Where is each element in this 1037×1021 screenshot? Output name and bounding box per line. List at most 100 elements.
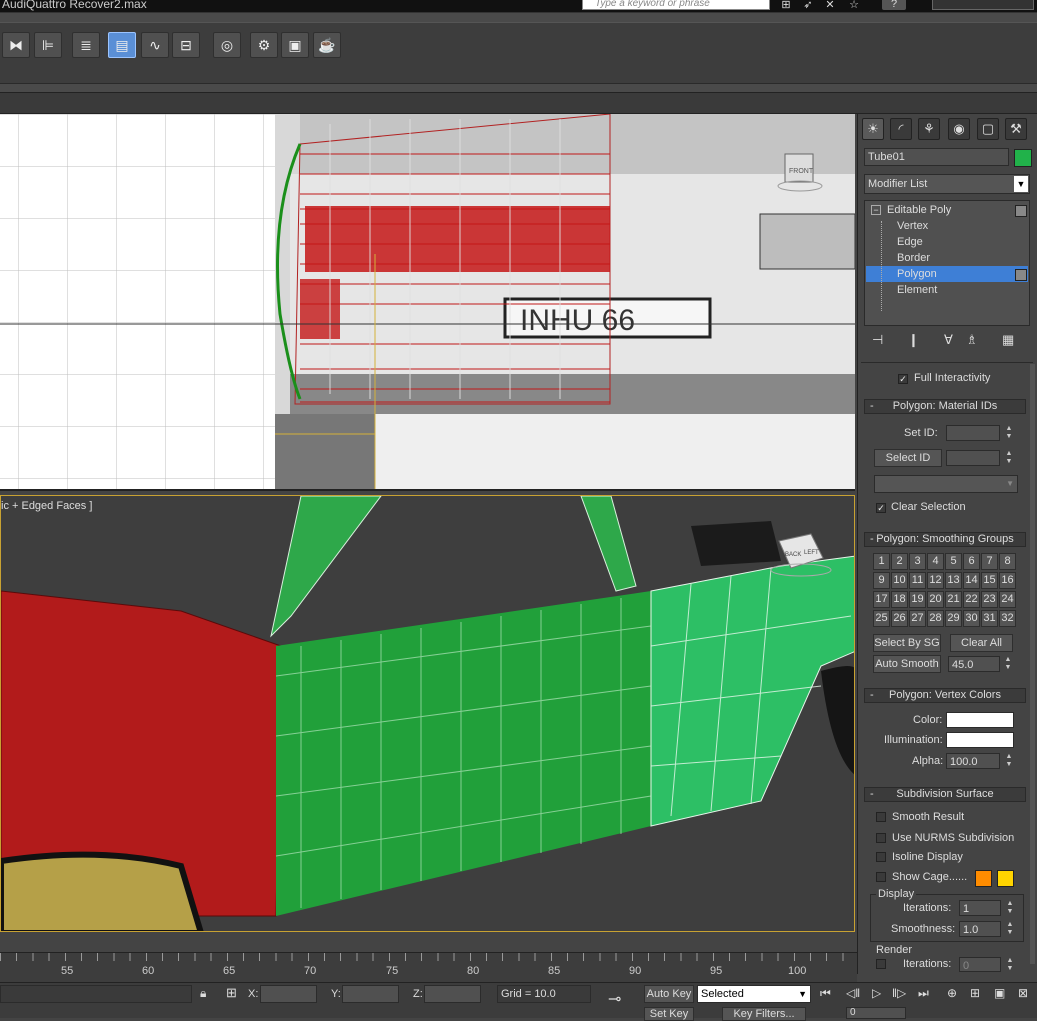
subscription-icon[interactable]: ➶ [800,0,816,11]
align-icon[interactable]: ⊫ [34,32,62,58]
clear-all-button[interactable]: Clear All [950,634,1013,652]
sg-button-20[interactable]: 20 [927,591,944,608]
sg-button-10[interactable]: 10 [891,572,908,589]
layer-manager-icon[interactable]: ≣ [72,32,100,58]
vertex-colors-rollout-header[interactable]: - Polygon: Vertex Colors [864,688,1026,703]
x-coordinate-field[interactable] [260,985,317,1003]
material-ids-rollout-header[interactable]: - Polygon: Material IDs [864,399,1026,414]
key-icon[interactable]: ⊸ [608,989,621,1009]
render-iterations-field[interactable]: 0 [959,957,1001,972]
z-coordinate-field[interactable] [424,985,481,1003]
sg-button-25[interactable]: 25 [873,610,890,627]
rendered-frame-icon[interactable]: ▣ [281,32,309,58]
auto-key-button[interactable]: Auto Key [644,985,694,1003]
sg-button-5[interactable]: 5 [945,553,962,570]
modifier-list-dropdown[interactable]: Modifier List ▼ [864,174,1030,194]
y-coordinate-field[interactable] [342,985,399,1003]
mirror-icon[interactable]: ⧓ [2,32,30,58]
material-name-dropdown[interactable]: ▼ [874,475,1018,493]
pin-stack-icon[interactable]: ⊣ [872,332,883,348]
lock-icon[interactable]: 🔒︎ [200,986,206,1001]
sg-button-14[interactable]: 14 [963,572,980,589]
clear-selection-checkbox[interactable]: ✓ [876,503,886,513]
scene-explorer-icon[interactable]: ▤ [108,32,136,58]
stack-item-border[interactable]: Border [897,250,930,266]
isoline-checkbox[interactable] [876,852,886,862]
sg-button-16[interactable]: 16 [999,572,1016,589]
go-to-start-icon[interactable]: ⏮ [820,986,831,1001]
sg-button-28[interactable]: 28 [927,610,944,627]
sg-button-9[interactable]: 9 [873,572,890,589]
search-input[interactable]: Type a keyword or phrase [582,0,770,10]
configure-sets-icon[interactable]: ▦ [1002,332,1014,348]
key-filter-dropdown[interactable]: Selected ▼ [697,985,811,1003]
zoom-extents-all-icon[interactable]: ⊠ [1018,986,1028,1000]
sg-button-7[interactable]: 7 [981,553,998,570]
color-swatch[interactable] [946,712,1014,728]
sg-button-13[interactable]: 13 [945,572,962,589]
iterations-spinner[interactable]: ▲ ▼ [1006,900,1014,916]
sg-button-30[interactable]: 30 [963,610,980,627]
sg-button-1[interactable]: 1 [873,553,890,570]
object-name-field[interactable]: Tube01 [864,148,1009,166]
cage-color-2-swatch[interactable] [997,870,1014,887]
display-tab-icon[interactable]: ▢ [977,118,999,140]
select-id-field[interactable] [946,450,1000,466]
viewcube-back-label[interactable]: BACK [785,552,801,558]
chevron-down-icon[interactable]: ▼ [1006,476,1014,492]
cage-color-1-swatch[interactable] [975,870,992,887]
help-icon[interactable]: ? [882,0,906,10]
render-production-icon[interactable]: ☕ [313,32,341,58]
motion-tab-icon[interactable]: ◉ [948,118,970,140]
stack-item-edge[interactable]: Edge [897,234,923,250]
make-unique-icon[interactable]: ∀ [944,332,953,348]
material-editor-icon[interactable]: ◎ [213,32,241,58]
panel-scrollbar[interactable] [1030,364,1035,964]
sg-button-18[interactable]: 18 [891,591,908,608]
sg-button-19[interactable]: 19 [909,591,926,608]
viewcube-left-label[interactable]: LEFT [804,550,819,556]
smoothing-groups-rollout-header[interactable]: - Polygon: Smoothing Groups [864,532,1026,547]
window-controls[interactable] [932,0,1034,10]
set-id-field[interactable] [946,425,1000,441]
auto-smooth-field[interactable]: 45.0 [948,656,1000,672]
sg-button-24[interactable]: 24 [999,591,1016,608]
sg-button-26[interactable]: 26 [891,610,908,627]
previous-frame-icon[interactable]: ◁‖ [846,986,860,1000]
sg-button-22[interactable]: 22 [963,591,980,608]
set-id-spinner[interactable]: ▲ ▼ [1005,425,1013,441]
time-ruler[interactable]: 55 60 65 70 75 80 85 90 95 100 [0,952,857,983]
zoom-all-icon[interactable]: ⊞ [970,986,980,1000]
smoothness-field[interactable]: 1.0 [959,921,1001,937]
viewport-label[interactable]: ic + Edged Faces ] [1,500,92,512]
communication-icon[interactable]: ✕ [822,0,838,11]
illumination-swatch[interactable] [946,732,1014,748]
sg-button-15[interactable]: 15 [981,572,998,589]
next-frame-icon[interactable]: ‖▷ [892,986,906,1000]
go-to-end-icon[interactable]: ⏭ [918,986,929,1001]
show-end-result-icon[interactable]: ❙ [908,332,919,348]
sg-button-8[interactable]: 8 [999,553,1016,570]
set-key-button[interactable]: Set Key [644,1007,694,1021]
sg-button-23[interactable]: 23 [981,591,998,608]
remove-modifier-icon[interactable]: ♗ [966,332,978,348]
sg-button-6[interactable]: 6 [963,553,980,570]
select-by-sg-button[interactable]: Select By SG [873,634,941,652]
subdivision-rollout-header[interactable]: - Subdivision Surface [864,787,1026,802]
sg-button-4[interactable]: 4 [927,553,944,570]
absolute-mode-icon[interactable]: ⊞ [226,985,237,1001]
sg-button-32[interactable]: 32 [999,610,1016,627]
sg-button-3[interactable]: 3 [909,553,926,570]
sg-button-31[interactable]: 31 [981,610,998,627]
alpha-field[interactable]: 100.0 [946,753,1000,769]
smooth-result-checkbox[interactable] [876,812,886,822]
zoom-extents-icon[interactable]: ▣ [994,986,1005,1000]
use-nurms-checkbox[interactable] [876,833,886,843]
modifier-toggle-icon[interactable] [1015,205,1027,217]
sg-button-2[interactable]: 2 [891,553,908,570]
stack-item-polygon[interactable]: Polygon [866,266,1028,282]
chevron-down-icon[interactable]: ▼ [1014,176,1028,192]
utilities-tab-icon[interactable]: ⚒ [1005,118,1027,140]
show-cage-checkbox[interactable] [876,872,886,882]
create-tab-icon[interactable]: ☀ [862,118,884,140]
